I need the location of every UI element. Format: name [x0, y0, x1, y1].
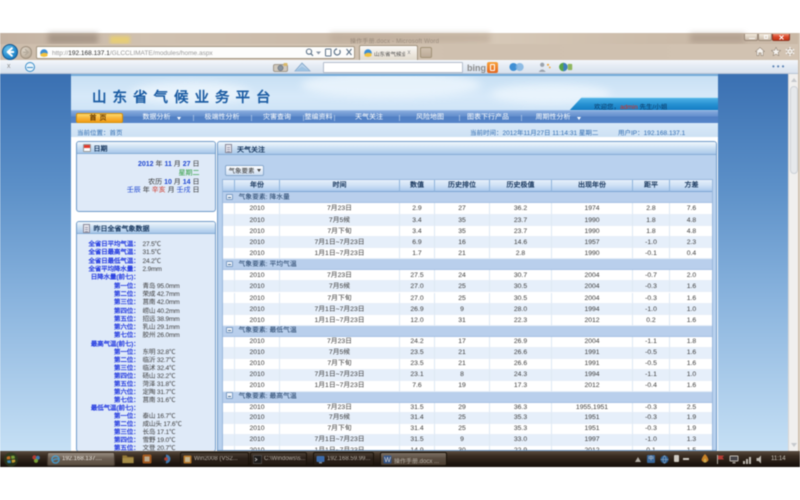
svg-text:W: W: [384, 457, 391, 464]
